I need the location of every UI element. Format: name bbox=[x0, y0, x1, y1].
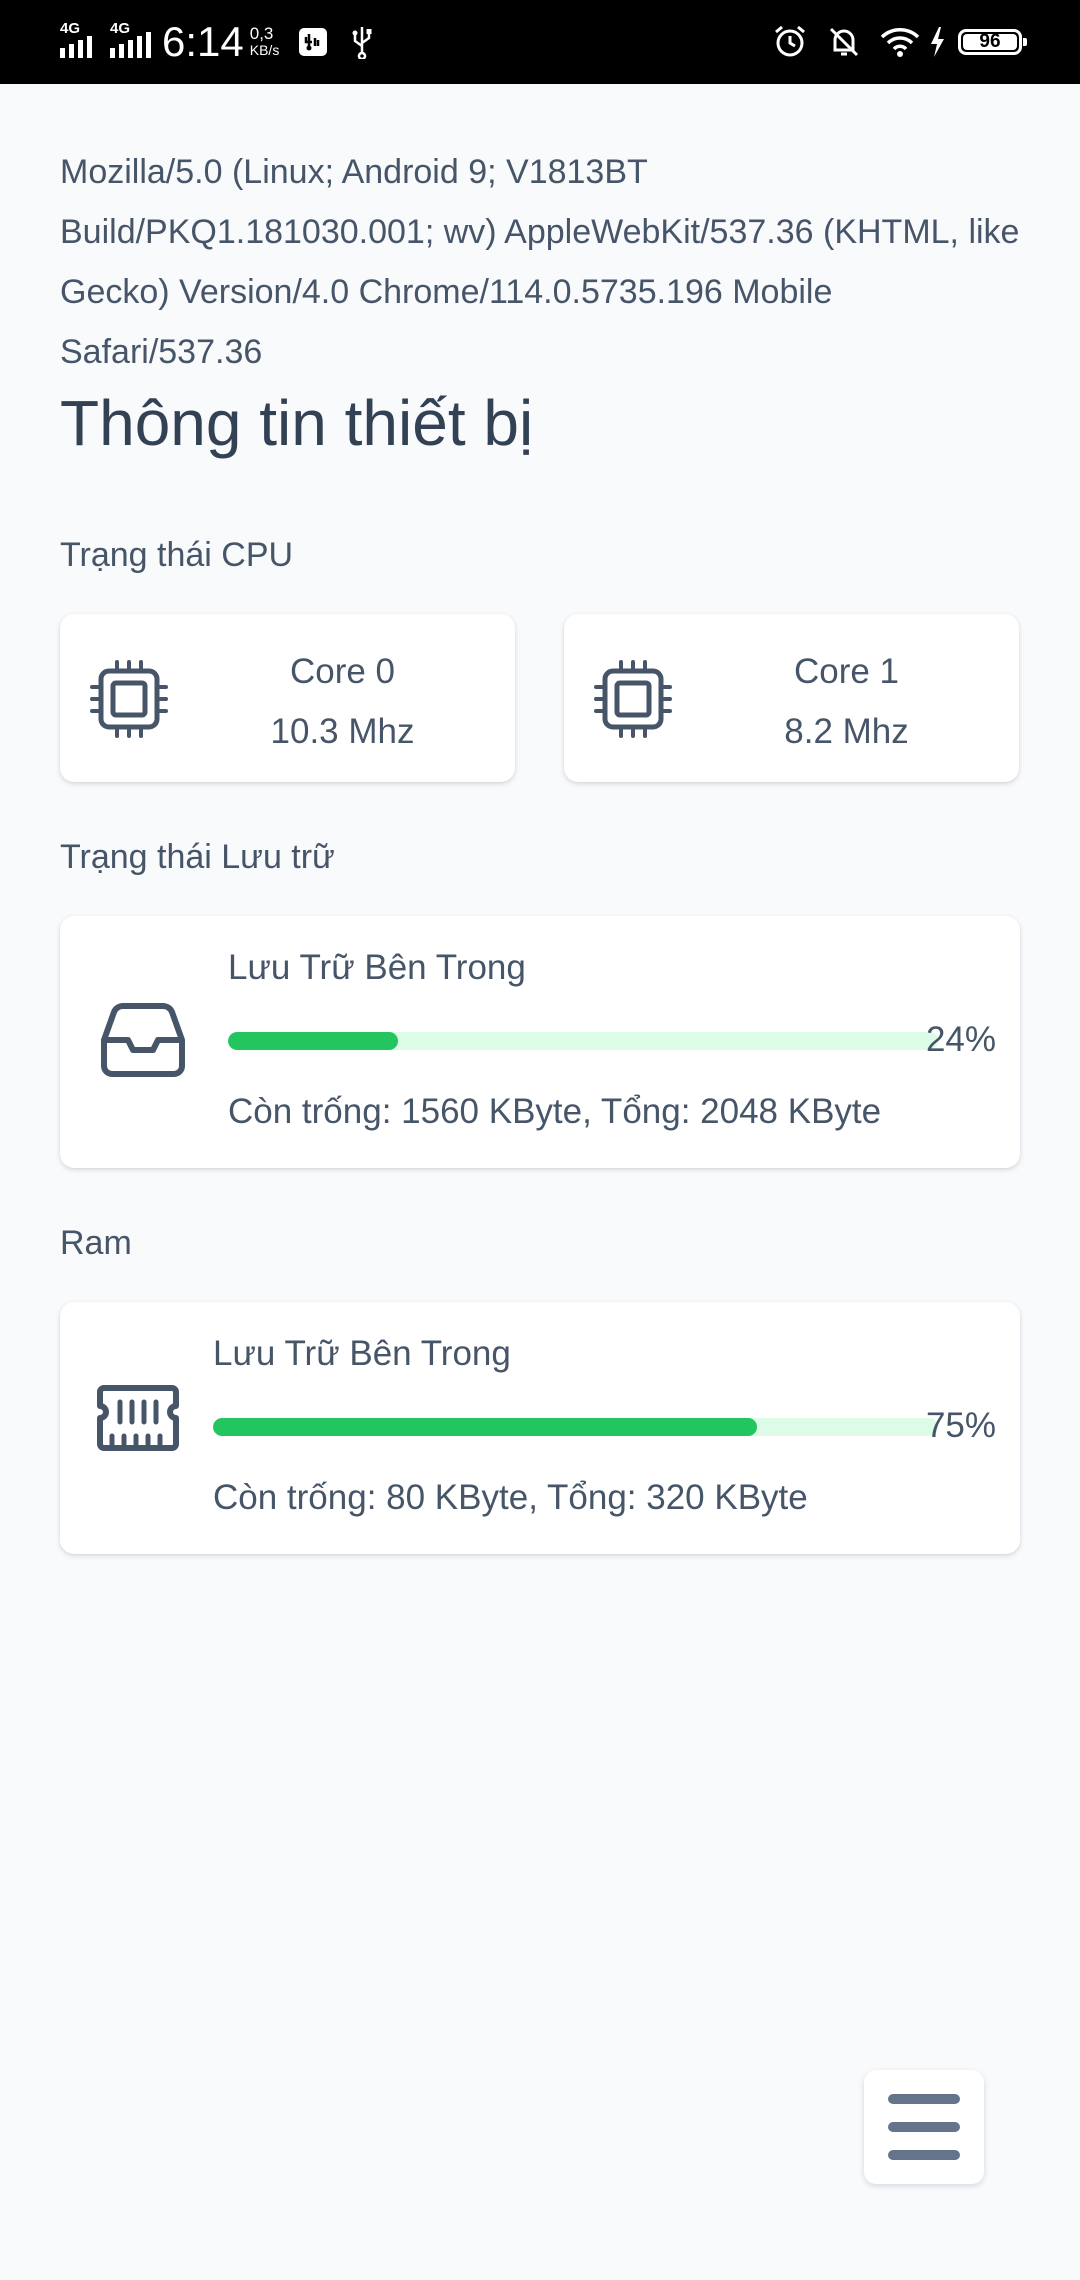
clock: 6:14 bbox=[162, 18, 244, 65]
cpu-core-card: Core 0 10.3 Mhz bbox=[60, 614, 515, 782]
network-type-2: 4G bbox=[110, 20, 131, 37]
cpu-core-info: Core 1 8.2 Mhz bbox=[674, 642, 1019, 762]
cpu-core-name: Core 1 bbox=[793, 652, 900, 691]
network-speed-value: 0,3 bbox=[249, 24, 274, 43]
cpu-core-frequency: 8.2 Mhz bbox=[784, 712, 909, 751]
menu-button[interactable] bbox=[864, 2070, 984, 2184]
storage-detail: Còn trống: 1560 KByte, Tổng: 2048 KByte bbox=[228, 1092, 882, 1131]
status-bar-right: 96 bbox=[754, 16, 1027, 68]
user-agent-text: Mozilla/5.0 (Linux; Android 9; V1813BT B… bbox=[60, 153, 1020, 371]
network-speed: 0,3 KB/s bbox=[249, 24, 280, 58]
bell-off-icon bbox=[826, 24, 862, 60]
alarm-icon bbox=[772, 24, 808, 60]
status-bar-left: 4G 4G 6:14 0,3 KB/s bbox=[58, 16, 377, 68]
ram-name: Lưu Trữ Bên Trong bbox=[213, 1334, 511, 1373]
charging-icon bbox=[928, 25, 946, 59]
cpu-core-frequency: 10.3 Mhz bbox=[270, 712, 415, 751]
ram-card: Lưu Trữ Bên Trong 75% Còn trống: 80 KByt… bbox=[60, 1302, 1020, 1554]
ram-detail: Còn trống: 80 KByte, Tổng: 320 KByte bbox=[213, 1478, 808, 1517]
storage-progress-bar bbox=[228, 1032, 938, 1050]
usb-icon bbox=[347, 25, 377, 59]
network-speed-unit: KB/s bbox=[249, 42, 280, 58]
ram-percent: 75% bbox=[925, 1406, 996, 1445]
cell-signal-2-icon: 4G bbox=[108, 20, 152, 64]
battery-icon: 96 bbox=[958, 29, 1027, 55]
storage-section-label: Trạng thái Lưu trữ bbox=[60, 838, 335, 876]
cpu-core-card: Core 1 8.2 Mhz bbox=[564, 614, 1019, 782]
cpu-chip-icon bbox=[90, 660, 168, 738]
battery-level: 96 bbox=[979, 31, 1001, 52]
ram-progress-fill bbox=[213, 1418, 757, 1436]
page-title: Thông tin thiết bị bbox=[60, 387, 534, 459]
storage-progress-fill bbox=[228, 1032, 399, 1050]
storage-card: Lưu Trữ Bên Trong 24% Còn trống: 1560 KB… bbox=[60, 916, 1020, 1168]
memory-module-icon bbox=[97, 1385, 179, 1451]
cpu-chip-icon bbox=[594, 660, 672, 738]
cell-signal-1-icon: 4G bbox=[58, 20, 102, 64]
storage-name: Lưu Trữ Bên Trong bbox=[228, 948, 526, 987]
status-bar: 4G 4G 6:14 0,3 KB/s 96 bbox=[0, 0, 1080, 84]
usb-debug-icon bbox=[297, 26, 329, 58]
wifi-icon bbox=[880, 25, 920, 59]
storage-percent: 24% bbox=[925, 1020, 996, 1059]
ram-section-label: Ram bbox=[60, 1224, 132, 1262]
cpu-section-label: Trạng thái CPU bbox=[60, 536, 294, 574]
inbox-tray-icon bbox=[101, 1003, 185, 1077]
ram-progress-bar bbox=[213, 1418, 938, 1436]
cpu-core-info: Core 0 10.3 Mhz bbox=[170, 642, 515, 762]
network-type-1: 4G bbox=[60, 20, 81, 37]
cpu-core-name: Core 0 bbox=[289, 652, 396, 691]
